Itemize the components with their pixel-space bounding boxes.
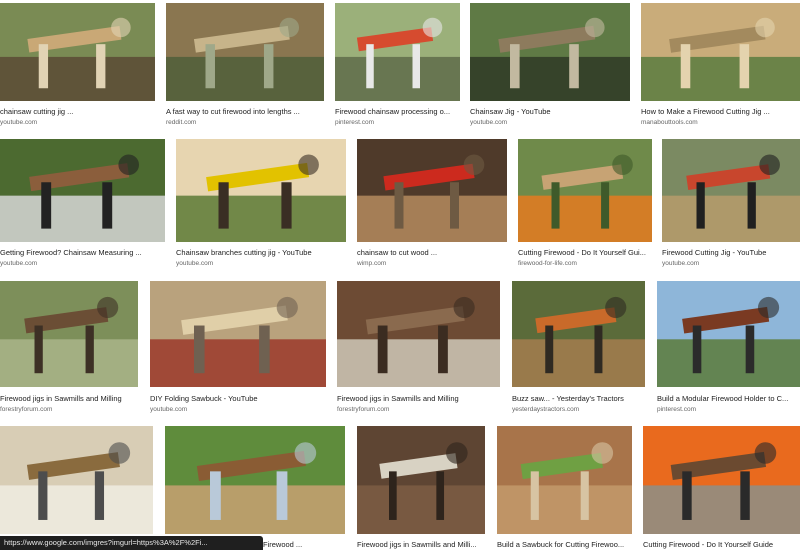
- result-thumbnail[interactable]: [641, 3, 800, 101]
- result-thumbnail[interactable]: [357, 426, 485, 534]
- result-title[interactable]: Firewood jigs in Sawmills and Milli...: [357, 540, 485, 549]
- result-thumbnail[interactable]: [470, 3, 630, 101]
- result-title[interactable]: Firewood jigs in Sawmills and Milling: [0, 394, 138, 403]
- result-thumbnail[interactable]: [0, 139, 165, 242]
- result-title[interactable]: Chainsaw Jig - YouTube: [470, 107, 625, 116]
- result-thumbnail[interactable]: [643, 426, 800, 534]
- result-source: firewood-for-life.com: [518, 260, 577, 267]
- link-status-bar: https://www.google.com/imgres?imgurl=htt…: [0, 536, 263, 550]
- result-title[interactable]: Firewood chainsaw processing o...: [335, 107, 460, 116]
- result-thumbnail[interactable]: [176, 139, 346, 242]
- result-source: manabouttools.com: [641, 119, 698, 126]
- result-title[interactable]: Cutting Firewood - Do It Yourself Guide: [643, 540, 798, 549]
- result-title[interactable]: How to Make a Firewood Cutting Jig ...: [641, 107, 796, 116]
- result-thumbnail[interactable]: [518, 139, 652, 242]
- result-source: youtube.com: [150, 406, 188, 413]
- result-thumbnail[interactable]: [0, 3, 155, 101]
- result-title[interactable]: chainsaw cutting jig ...: [0, 107, 150, 116]
- result-source: youtube.com: [176, 260, 214, 267]
- result-thumbnail[interactable]: [335, 3, 460, 101]
- result-source: yesterdaystractors.com: [512, 406, 580, 413]
- result-title[interactable]: Getting Firewood? Chainsaw Measuring ...: [0, 248, 160, 257]
- result-source: forestryforum.com: [337, 406, 390, 413]
- result-title[interactable]: Buzz saw... - Yesterday's Tractors: [512, 394, 645, 403]
- result-title[interactable]: Chainsaw branches cutting jig - YouTube: [176, 248, 346, 257]
- result-thumbnail[interactable]: [165, 426, 345, 534]
- result-source: forestryforum.com: [0, 406, 53, 413]
- result-thumbnail[interactable]: [357, 139, 507, 242]
- result-title[interactable]: Cutting Firewood - Do It Yourself Gui...: [518, 248, 652, 257]
- result-title[interactable]: A fast way to cut firewood into lengths …: [166, 107, 324, 116]
- result-source: pinterest.com: [657, 406, 697, 413]
- result-thumbnail[interactable]: [337, 281, 500, 387]
- result-title[interactable]: Firewood Cutting Jig - YouTube: [662, 248, 796, 257]
- result-source: wimp.com: [357, 260, 387, 267]
- result-source: pinterest.com: [335, 119, 375, 126]
- result-source: youtube.com: [470, 119, 508, 126]
- result-title[interactable]: DIY Folding Sawbuck - YouTube: [150, 394, 320, 403]
- result-thumbnail[interactable]: [497, 426, 632, 534]
- result-title[interactable]: Firewood jigs in Sawmills and Milling: [337, 394, 500, 403]
- result-thumbnail[interactable]: [0, 426, 153, 534]
- result-title[interactable]: chainsaw to cut wood ...: [357, 248, 507, 257]
- result-source: youtube.com: [662, 260, 700, 267]
- result-title[interactable]: Firewood ...: [263, 540, 343, 549]
- result-thumbnail[interactable]: [657, 281, 800, 387]
- result-source: youtube.com: [0, 119, 38, 126]
- result-thumbnail[interactable]: [662, 139, 800, 242]
- result-thumbnail[interactable]: [512, 281, 645, 387]
- result-source: youtube.com: [0, 260, 38, 267]
- result-thumbnail[interactable]: [150, 281, 326, 387]
- result-source: reddit.com: [166, 119, 197, 126]
- result-thumbnail[interactable]: [166, 3, 324, 101]
- result-title[interactable]: Build a Sawbuck for Cutting Firewoo...: [497, 540, 632, 549]
- result-thumbnail[interactable]: [0, 281, 138, 387]
- result-title[interactable]: Build a Modular Firewood Holder to C...: [657, 394, 797, 403]
